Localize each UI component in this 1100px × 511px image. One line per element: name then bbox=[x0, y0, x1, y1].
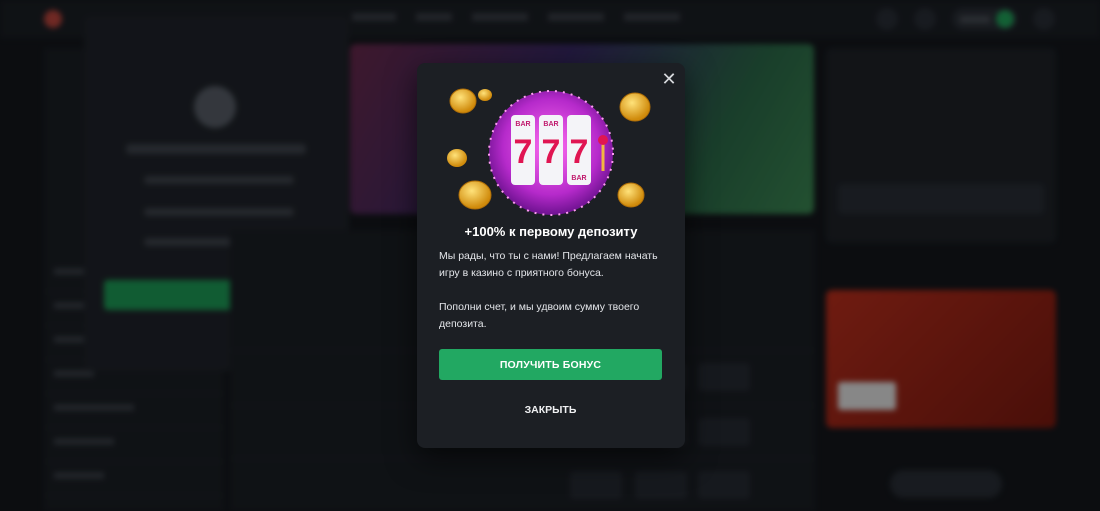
bar-symbol: BAR bbox=[543, 121, 558, 128]
seven-symbol: 7 bbox=[514, 133, 533, 171]
bonus-modal: ✕ BAR BAR 7 7 7 BAR +100% к первому депо… bbox=[417, 63, 685, 448]
modal-title: +100% к первому депозиту bbox=[464, 224, 638, 239]
close-icon[interactable]: ✕ bbox=[659, 69, 679, 89]
slot-machine-illustration: BAR BAR 7 7 7 BAR bbox=[447, 88, 651, 216]
bar-symbol: BAR bbox=[571, 175, 586, 182]
close-button[interactable]: ЗАКРЫТЬ bbox=[439, 399, 662, 421]
modal-description-2: Пополни счет, и мы удвоим сумму твоего д… bbox=[439, 301, 640, 330]
modal-description: Мы рады, что ты с нами! Предлагаем начат… bbox=[439, 250, 658, 279]
seven-symbol: 7 bbox=[542, 133, 561, 171]
seven-symbol: 7 bbox=[570, 133, 589, 171]
bar-symbol: BAR bbox=[515, 121, 530, 128]
get-bonus-button[interactable]: ПОЛУЧИТЬ БОНУС bbox=[439, 349, 662, 380]
